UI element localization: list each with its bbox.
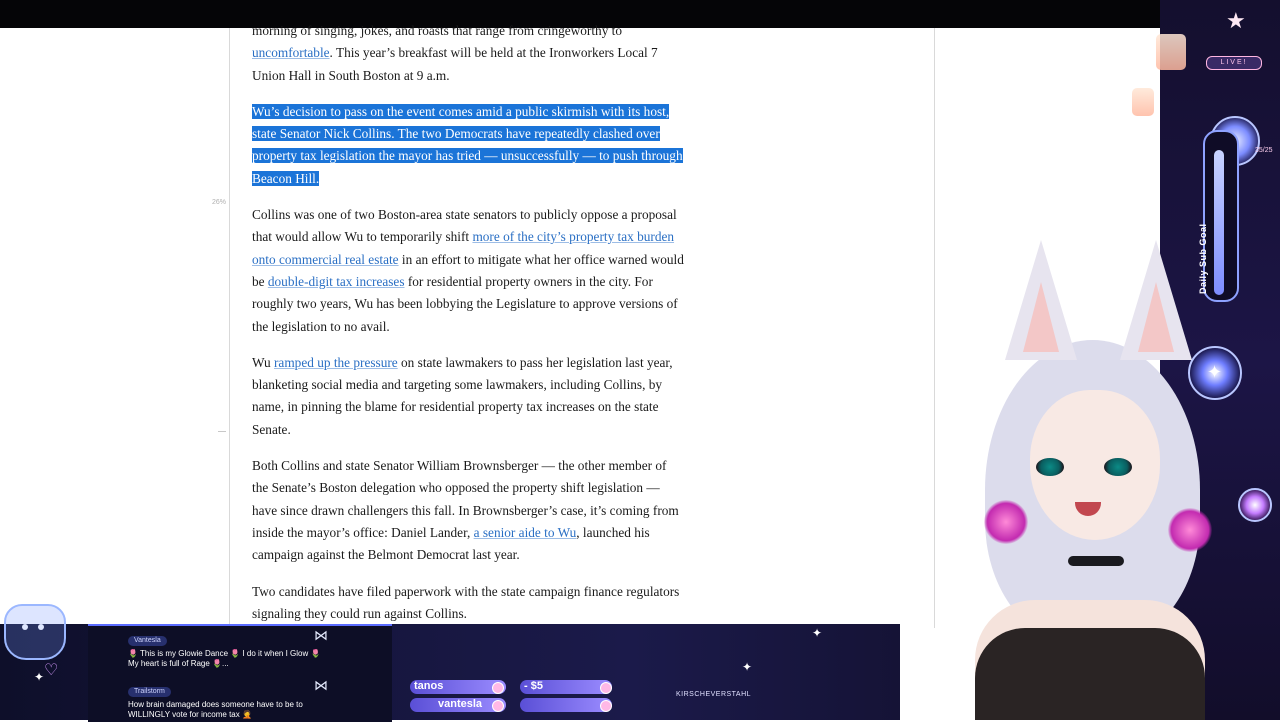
article-text: Wu’s decision to pass on the event comes… (252, 103, 683, 186)
article-text: Wu (252, 354, 274, 370)
scroll-progress-note: 26% (212, 199, 227, 206)
column-divider-left (229, 28, 230, 628)
avatar-top (975, 628, 1205, 720)
margin-dash (218, 431, 226, 432)
avatar-eye-left (1036, 458, 1064, 476)
avatar-eye-right (1104, 458, 1132, 476)
avatar-choker (1068, 556, 1124, 566)
article-paragraph: morning of singing, jokes, and roasts th… (252, 20, 684, 87)
hair-flower-left (984, 500, 1028, 544)
article-link[interactable]: double-digit tax increases (268, 274, 405, 289)
hair-flower-right (1168, 508, 1212, 552)
ticker-tag: KIRSCHEVERSTAHL (676, 691, 752, 698)
heart-icon: ♡ (44, 662, 59, 679)
chat-username: Trailstorm (128, 687, 171, 697)
ticker-amount: - $5 (524, 680, 543, 692)
chat-username: Vantesla (128, 636, 167, 646)
mascot-eye (38, 624, 44, 630)
article-paragraph: Two candidates have filed paperwork with… (252, 581, 684, 626)
chat-text: 🌷 This is my Glowie Dance 🌷 I do it when… (128, 649, 321, 668)
ticker-bar (520, 698, 612, 712)
sparkle-icon: ✦ (812, 626, 823, 640)
selected-paragraph: Wu’s decision to pass on the event comes… (252, 101, 684, 190)
gem-icon (492, 682, 504, 694)
chat-box: Vantesla 🌷 This is my Glowie Dance 🌷 I d… (88, 624, 392, 722)
article-text: morning of singing, jokes, and roasts th… (252, 23, 623, 38)
chat-message: Vantesla 🌷 This is my Glowie Dance 🌷 I d… (128, 629, 328, 669)
sub-goal-fill (1214, 150, 1224, 295)
sparkle-icon: ✦ (742, 660, 753, 674)
chat-message: Trailstorm How brain damaged does someon… (128, 680, 328, 720)
article-paragraph: Collins was one of two Boston-area state… (252, 204, 684, 338)
live-badge: LIVE! (1206, 56, 1262, 70)
article-link[interactable]: ramped up the pressure (274, 355, 398, 370)
article-link[interactable]: uncomfortable (252, 45, 330, 60)
article-body: morning of singing, jokes, and roasts th… (252, 20, 684, 639)
gem-icon (600, 700, 612, 712)
article-text: Two candidates have filed paperwork with… (252, 583, 680, 621)
ticker-name: tanos (414, 680, 444, 692)
bow-icon: ⋈ (314, 679, 328, 694)
bow-icon: ⋈ (314, 629, 328, 644)
article-link[interactable]: a senior aide to Wu (474, 525, 577, 540)
chat-text: How brain damaged does someone have to b… (128, 700, 303, 719)
lantern-decoration (1132, 88, 1154, 116)
avatar-ear-inner-right (1138, 282, 1174, 352)
lantern-decoration (1156, 34, 1186, 70)
mascot-eye (22, 624, 28, 630)
mascot-icon (4, 604, 66, 660)
sparkle-orb-small (1238, 488, 1272, 522)
ticker-name: vantesla (438, 698, 483, 710)
gem-icon (492, 700, 504, 712)
sub-goal-count: 35/25 (1255, 147, 1273, 154)
avatar-ear-inner-left (1023, 282, 1059, 352)
star-icon: ★ (1226, 8, 1246, 33)
article-paragraph: Wu ramped up the pressure on state lawma… (252, 352, 684, 441)
gem-icon (600, 682, 612, 694)
article-paragraph: Both Collins and state Senator William B… (252, 455, 684, 566)
sparkle-icon: ✦ (34, 670, 45, 684)
